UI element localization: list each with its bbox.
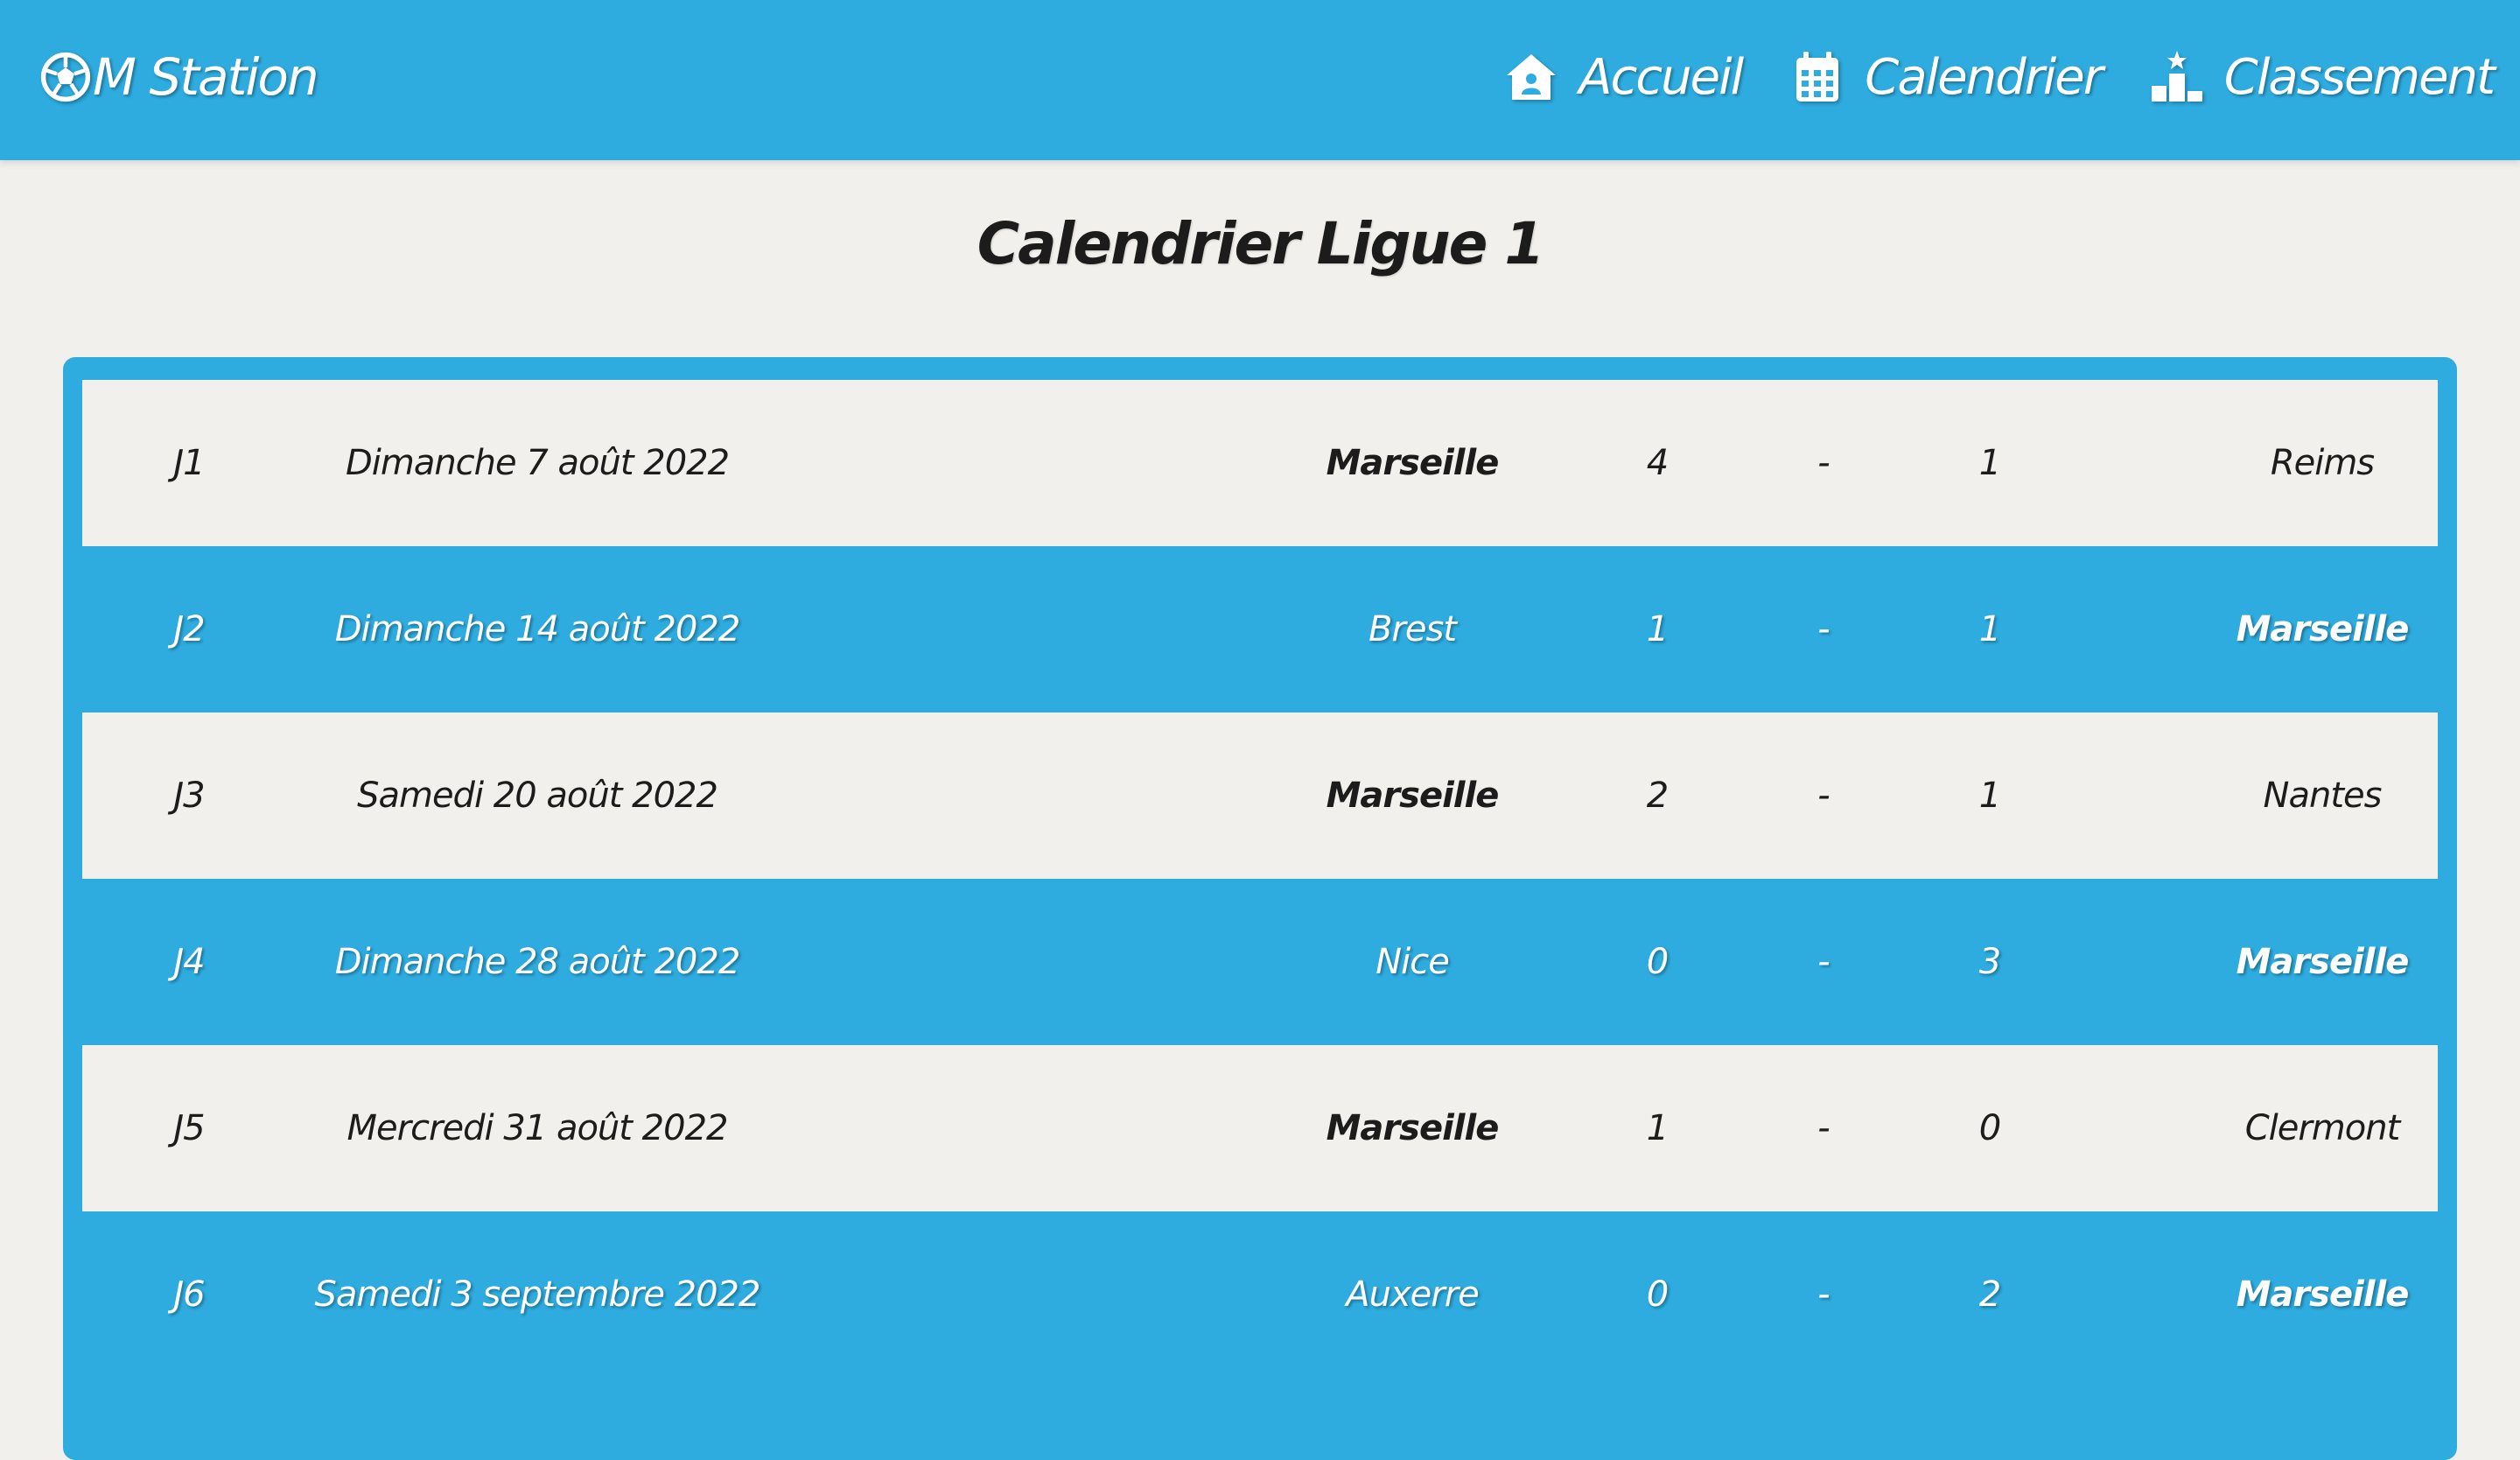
match-row: J1 Dimanche 7 août 2022 Marseille 4 - 1 Reims <box>82 380 2438 546</box>
top-navbar: M Station Accueil Calendrier Classement <box>0 0 2520 160</box>
match-round: J3 <box>173 776 205 816</box>
match-round: J4 <box>173 942 205 982</box>
nav-label: Classement <box>2223 48 2496 106</box>
brand-logo-link[interactable]: M Station <box>40 42 319 112</box>
match-round: J6 <box>173 1274 205 1315</box>
page-title: Calendrier Ligue 1 <box>976 210 1545 277</box>
match-date: Samedi 3 septembre 2022 <box>314 1274 761 1315</box>
nav-label: Accueil <box>1578 48 1744 106</box>
home-score: 0 <box>1646 1274 1669 1315</box>
away-team: Nantes <box>2263 776 2383 816</box>
brand-name: M Station <box>93 47 319 107</box>
match-date: Dimanche 14 août 2022 <box>334 609 741 649</box>
score-separator: - <box>1817 1274 1830 1315</box>
score-separator: - <box>1817 443 1830 483</box>
home-score: 1 <box>1646 1108 1669 1148</box>
home-team: Brest <box>1368 609 1457 649</box>
away-score: 2 <box>1978 1274 2001 1315</box>
home-score: 0 <box>1646 942 1669 982</box>
calendar-rows: J1 Dimanche 7 août 2022 Marseille 4-1 Reims J… <box>82 380 2438 1378</box>
away-score: 1 <box>1978 776 2001 816</box>
match-round: J1 <box>173 443 205 483</box>
home-team: Marseille <box>1326 776 1500 816</box>
away-score: 3 <box>1978 942 2001 982</box>
nav-label: Calendrier <box>1865 48 2104 106</box>
home-icon <box>1507 54 1557 100</box>
match-row: J4 Dimanche 28 août 2022 Nice 0 - 3 Marseille <box>82 879 2438 1045</box>
away-team: Reims <box>2270 443 2375 483</box>
match-date: Dimanche 28 août 2022 <box>334 942 741 982</box>
match-date: Mercredi 31 août 2022 <box>346 1108 729 1148</box>
calendar-table: J1 Dimanche 7 août 2022 Marseille 4-1 Reims J… <box>63 357 2457 1460</box>
nav-item-classement[interactable]: Classement <box>2149 48 2496 106</box>
match-row: J2 Dimanche 14 août 2022 Brest 1 - 1 Marseille <box>82 546 2438 712</box>
podium-icon <box>2151 51 2202 102</box>
home-score: 4 <box>1646 443 1669 483</box>
score-separator: - <box>1817 776 1830 816</box>
match-round: J5 <box>173 1108 205 1148</box>
home-score: 1 <box>1646 609 1669 649</box>
home-team: Marseille <box>1326 443 1500 483</box>
score-separator: - <box>1817 942 1830 982</box>
soccer-ball-icon <box>40 52 91 102</box>
away-score: 1 <box>1978 443 2001 483</box>
home-team: Auxerre <box>1346 1274 1480 1315</box>
away-team: Marseille <box>2236 942 2410 982</box>
away-team: Marseille <box>2236 609 2410 649</box>
score-separator: - <box>1817 1108 1830 1148</box>
match-round: J2 <box>173 609 205 649</box>
away-team: Clermont <box>2244 1108 2401 1148</box>
away-team: Marseille <box>2236 1274 2410 1315</box>
home-team: Nice <box>1376 942 1450 982</box>
match-row: J3 Samedi 20 août 2022 Marseille 2 - 1 Nantes <box>82 712 2438 879</box>
match-date: Dimanche 7 août 2022 <box>345 443 730 483</box>
match-date: Samedi 20 août 2022 <box>357 776 718 816</box>
calendar-icon <box>1796 52 1839 102</box>
home-team: Marseille <box>1326 1108 1500 1148</box>
match-row: J6 Samedi 3 septembre 2022 Auxerre 0 - 2 Marse… <box>82 1211 2438 1378</box>
score-separator: - <box>1817 609 1830 649</box>
match-row: J5 Mercredi 31 août 2022 Marseille 1 - 0 Clerm… <box>82 1045 2438 1211</box>
nav-item-accueil[interactable]: Accueil <box>1503 48 1744 106</box>
away-score: 1 <box>1978 609 2001 649</box>
away-score: 0 <box>1978 1108 2001 1148</box>
home-score: 2 <box>1646 776 1669 816</box>
nav-item-calendrier[interactable]: Calendrier <box>1789 48 2104 106</box>
main-nav: Accueil Calendrier Classement <box>1456 40 2496 114</box>
